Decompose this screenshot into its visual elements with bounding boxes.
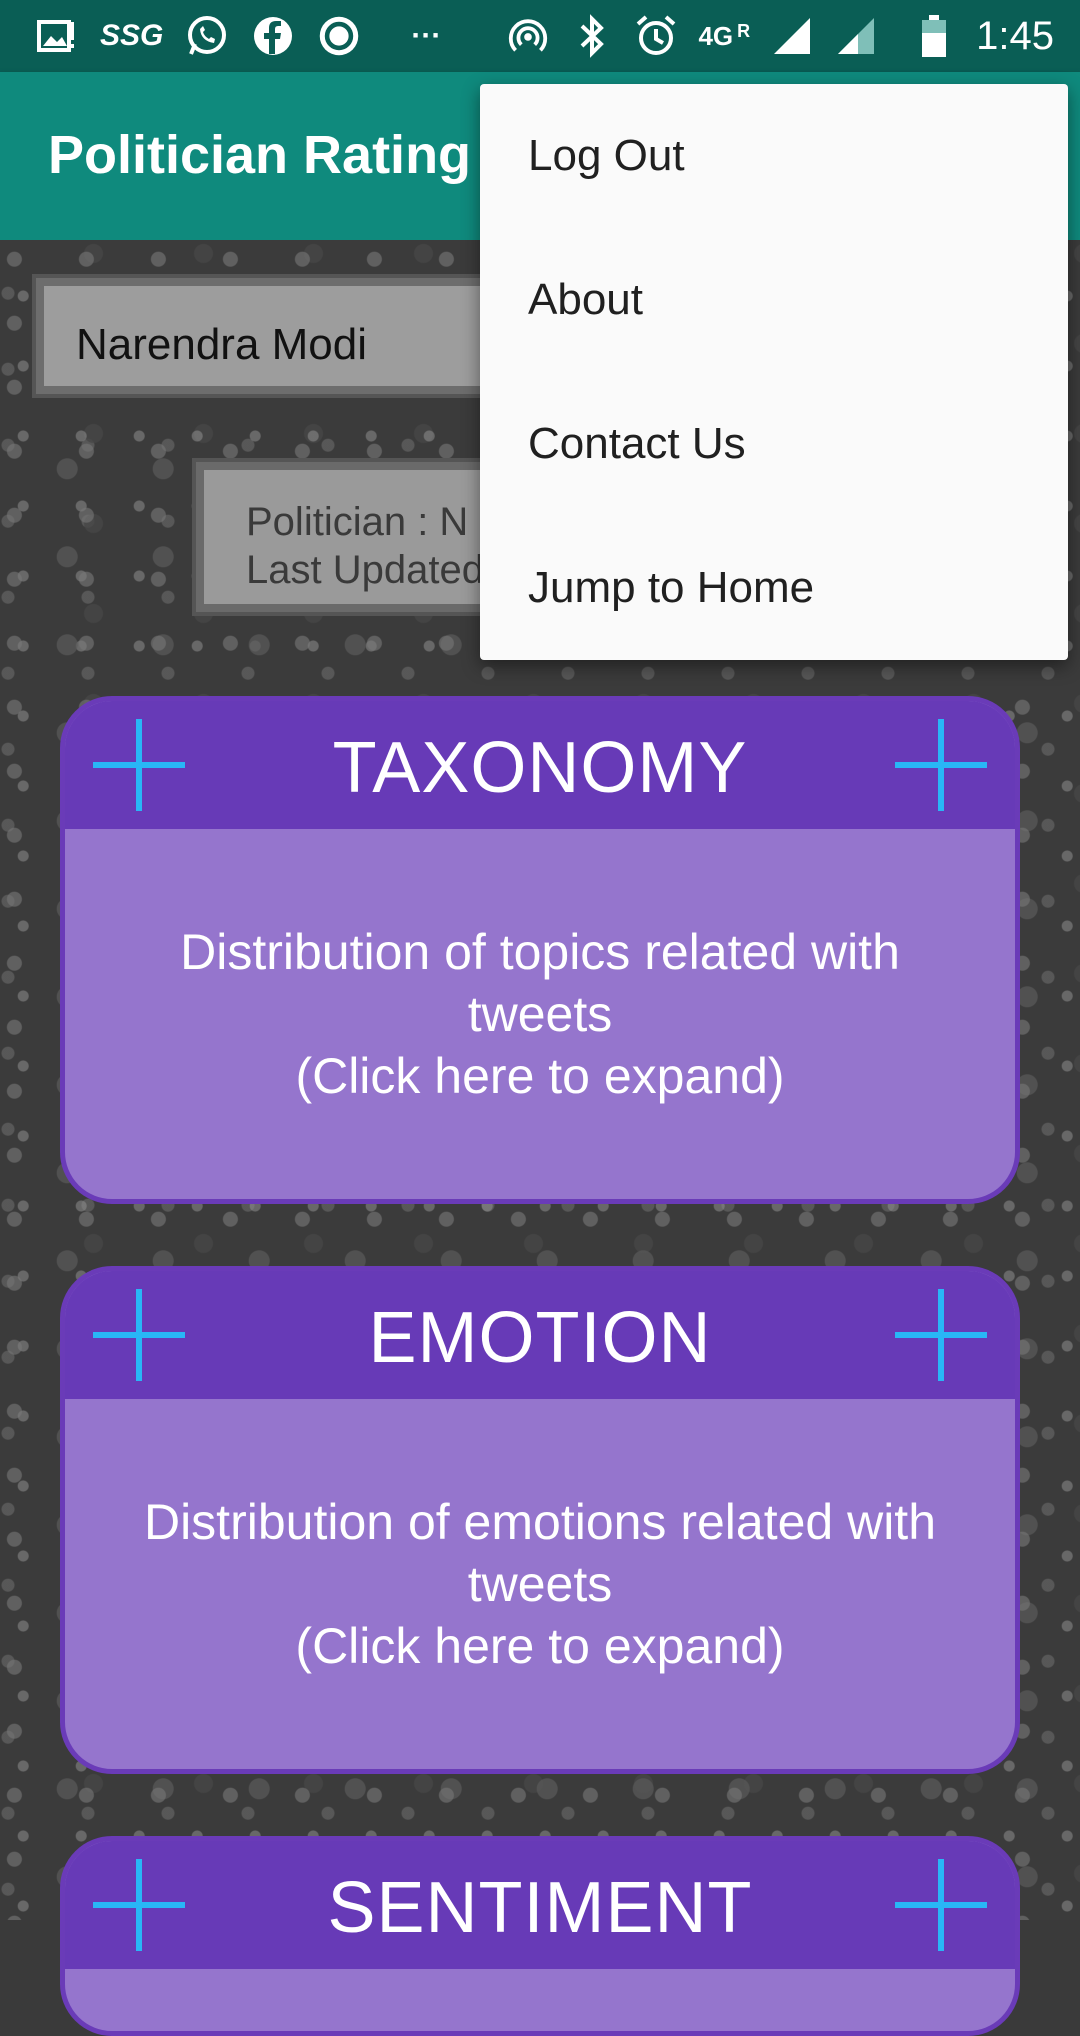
signal-strength-icon [770,14,814,58]
politician-selector-value: Narendra Modi [76,320,368,369]
gallery-notification-icon [34,14,78,58]
menu-item-contact-us[interactable]: Contact Us [480,372,1068,516]
status-right-icons: 4G R 1:45 [506,14,1054,59]
taxonomy-card[interactable]: TAXONOMY Distribution of topics related … [60,696,1020,1204]
card-body[interactable]: Distribution of topics related with twee… [65,829,1015,1199]
overflow-menu: Log Out About Contact Us Jump to Home [480,84,1068,660]
ssg-icon: SSG [100,19,164,52]
facebook-icon [251,14,295,58]
last-updated-label: Last Updated [246,548,484,592]
menu-item-log-out[interactable]: Log Out [480,84,1068,228]
circle-app-icon [317,14,361,58]
card-description-line: Distribution of topics related with [180,924,900,980]
card-body[interactable]: Distribution of emotions related with tw… [65,1399,1015,1769]
politician-selector[interactable]: Narendra Modi [36,278,556,394]
whatsapp-icon [185,14,229,58]
bluetooth-icon [570,14,614,58]
menu-item-jump-to-home[interactable]: Jump to Home [480,516,1068,660]
card-description-line: tweets [467,986,613,1042]
card-title: TAXONOMY [332,728,748,808]
card-title: EMOTION [368,1298,712,1378]
card-description-line: tweets [467,1556,613,1612]
clock: 1:45 [976,13,1054,58]
plus-icon[interactable] [895,1859,987,1951]
card-header: EMOTION [65,1271,1015,1399]
alarm-icon [634,14,678,58]
emotion-card[interactable]: EMOTION Distribution of emotions related… [60,1266,1020,1774]
network-type-label: 4G [698,20,734,51]
more-notifications-icon: ··· [411,19,442,52]
expand-hint: (Click here to expand) [295,1048,785,1104]
politician-label: Politician : N [246,500,469,544]
card-title: SENTIMENT [327,1868,753,1948]
expand-hint: (Click here to expand) [295,1618,785,1674]
signal-strength-secondary-icon [834,14,878,58]
card-description: Distribution of topics related with twee… [140,921,940,1107]
card-description: Distribution of emotions related with tw… [104,1491,976,1677]
status-bar: SSG ··· 4G R 1:45 [0,0,1080,72]
plus-icon[interactable] [895,1289,987,1381]
menu-item-about[interactable]: About [480,228,1068,372]
sentiment-card[interactable]: SENTIMENT [60,1836,1020,2036]
hotspot-icon [506,14,550,58]
status-left-icons: SSG ··· [34,14,451,58]
card-header: SENTIMENT [65,1841,1015,1969]
card-header: TAXONOMY [65,701,1015,829]
roaming-label: R [737,20,751,41]
app-title: Politician Rating [48,125,472,185]
card-description-line: Distribution of emotions related with [143,1494,937,1550]
plus-icon[interactable] [895,719,987,811]
battery-icon [912,14,956,58]
